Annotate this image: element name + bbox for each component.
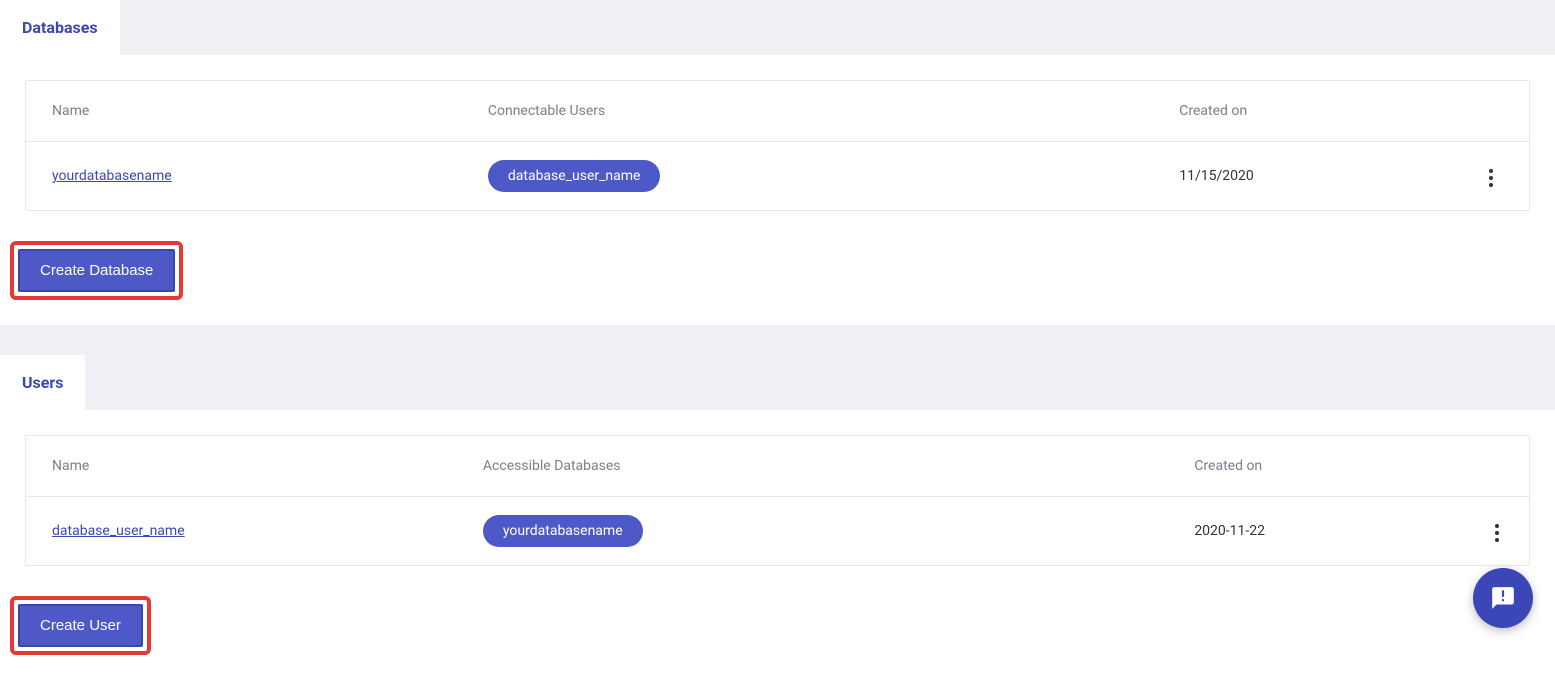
users-section: Users Name Accessible Databases Created … bbox=[0, 355, 1555, 680]
databases-col-date: Created on bbox=[1153, 81, 1454, 142]
kebab-menu-icon[interactable] bbox=[1485, 165, 1497, 191]
chat-fab-button[interactable] bbox=[1473, 568, 1533, 628]
create-user-button[interactable]: Create User bbox=[18, 604, 143, 647]
database-created-date: 11/15/2020 bbox=[1153, 142, 1454, 210]
databases-tabs: Databases bbox=[0, 0, 1555, 55]
kebab-menu-icon[interactable] bbox=[1491, 520, 1503, 546]
table-row: yourdatabasename database_user_name 11/1… bbox=[26, 142, 1529, 210]
users-tabs: Users bbox=[0, 355, 1555, 410]
users-col-actions bbox=[1465, 436, 1529, 497]
accessible-db-pill[interactable]: yourdatabasename bbox=[483, 515, 643, 547]
databases-table: Name Connectable Users Created on yourda… bbox=[25, 80, 1530, 211]
databases-header-row: Name Connectable Users Created on bbox=[26, 81, 1529, 142]
create-database-button[interactable]: Create Database bbox=[18, 249, 175, 292]
users-col-date: Created on bbox=[1168, 436, 1465, 497]
highlight-create-database: Create Database bbox=[10, 241, 183, 300]
databases-col-actions bbox=[1454, 81, 1529, 142]
databases-col-users: Connectable Users bbox=[462, 81, 1153, 142]
database-name-link[interactable]: yourdatabasename bbox=[52, 168, 172, 184]
databases-table-wrapper: Name Connectable Users Created on yourda… bbox=[0, 55, 1555, 211]
users-col-dbs: Accessible Databases bbox=[457, 436, 1168, 497]
connectable-user-pill[interactable]: database_user_name bbox=[488, 160, 661, 192]
chat-icon bbox=[1490, 585, 1516, 611]
users-table: Name Accessible Databases Created on dat… bbox=[25, 435, 1530, 566]
users-col-name: Name bbox=[26, 436, 457, 497]
highlight-create-user: Create User bbox=[10, 596, 151, 655]
tab-databases[interactable]: Databases bbox=[0, 0, 120, 55]
databases-button-area: Create Database bbox=[0, 211, 1555, 325]
users-button-area: Create User bbox=[0, 566, 1555, 680]
user-created-date: 2020-11-22 bbox=[1168, 497, 1465, 565]
user-name-link[interactable]: database_user_name bbox=[52, 523, 185, 539]
databases-col-name: Name bbox=[26, 81, 462, 142]
tab-users[interactable]: Users bbox=[0, 355, 85, 410]
table-row: database_user_name yourdatabasename 2020… bbox=[26, 497, 1529, 565]
users-table-wrapper: Name Accessible Databases Created on dat… bbox=[0, 410, 1555, 566]
databases-section: Databases Name Connectable Users Created… bbox=[0, 0, 1555, 325]
users-header-row: Name Accessible Databases Created on bbox=[26, 436, 1529, 497]
